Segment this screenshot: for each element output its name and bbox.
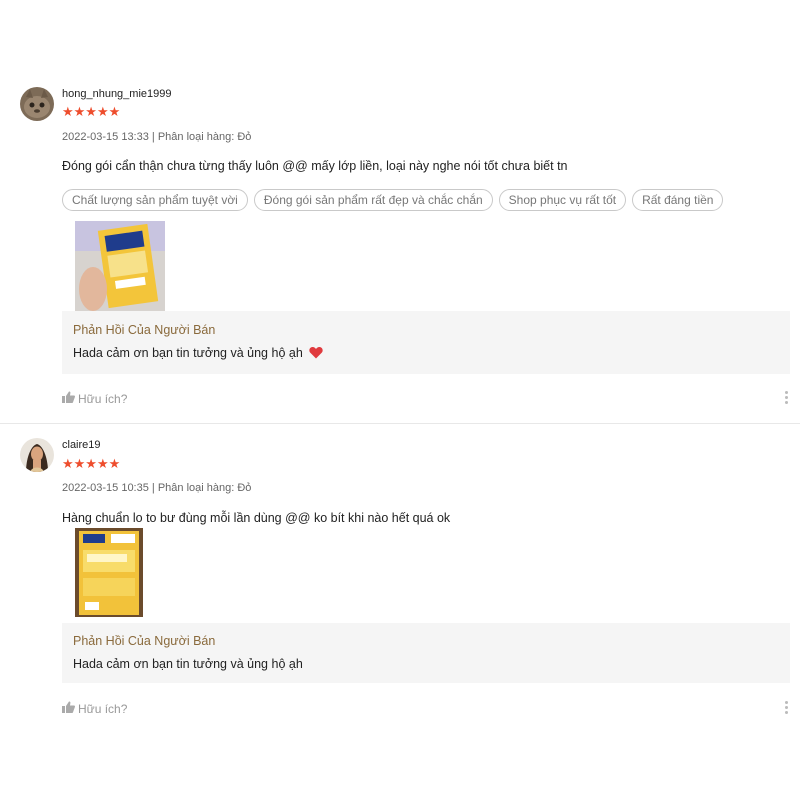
heart-icon	[309, 346, 323, 362]
username[interactable]: claire19	[62, 439, 101, 451]
review-comment: Hàng chuẩn lo to bư đùng mỗi lần dùng @@…	[62, 511, 451, 525]
review-comment: Đóng gói cẩn thận chưa từng thấy luôn @@…	[62, 159, 568, 173]
seller-reply-text: Hada cảm ơn bạn tin tưởng và ủng hộ ạh	[73, 657, 303, 671]
review-meta: 2022-03-15 10:35 | Phân loại hàng: Đỏ	[62, 482, 252, 494]
seller-reply-title: Phản Hồi Của Người Bán	[73, 323, 216, 337]
seller-reply-text: Hada cảm ơn bạn tin tưởng và ủng hộ ạh	[73, 346, 323, 362]
seller-reply: Phản Hồi Của Người Bán Hada cảm ơn bạn t…	[62, 311, 790, 374]
divider	[0, 423, 800, 424]
more-options-icon[interactable]	[784, 391, 788, 404]
review-tags: Chất lượng sản phẩm tuyệt vời Đóng gói s…	[62, 189, 724, 211]
seller-reply-message: Hada cảm ơn bạn tin tưởng và ủng hộ ạh	[73, 346, 303, 360]
helpful-button[interactable]: Hữu ích?	[62, 391, 127, 406]
star-rating: ★★★★★	[62, 104, 121, 119]
helpful-label: Hữu ích?	[78, 391, 128, 406]
avatar[interactable]	[20, 438, 54, 472]
helpful-label: Hữu ích?	[78, 701, 128, 716]
username[interactable]: hong_nhung_mie1999	[62, 88, 172, 100]
review-meta: 2022-03-15 13:33 | Phân loại hàng: Đỏ	[62, 131, 252, 143]
seller-reply-title: Phản Hồi Của Người Bán	[73, 634, 216, 648]
review-tag: Shop phục vụ rất tốt	[498, 189, 627, 211]
thumbs-up-icon	[62, 391, 75, 406]
more-options-icon[interactable]	[784, 701, 788, 714]
avatar[interactable]	[20, 87, 54, 121]
review-tag: Đóng gói sản phẩm rất đẹp và chắc chắn	[253, 189, 493, 211]
review-tag: Rất đáng tiền	[632, 189, 724, 211]
thumbs-up-icon	[62, 701, 75, 716]
review-photo[interactable]	[75, 528, 143, 617]
review-tag: Chất lượng sản phẩm tuyệt vời	[62, 189, 248, 211]
review-photo[interactable]	[75, 221, 165, 311]
helpful-button[interactable]: Hữu ích?	[62, 701, 127, 716]
star-rating: ★★★★★	[62, 456, 121, 471]
seller-reply: Phản Hồi Của Người Bán Hada cảm ơn bạn t…	[62, 623, 790, 683]
